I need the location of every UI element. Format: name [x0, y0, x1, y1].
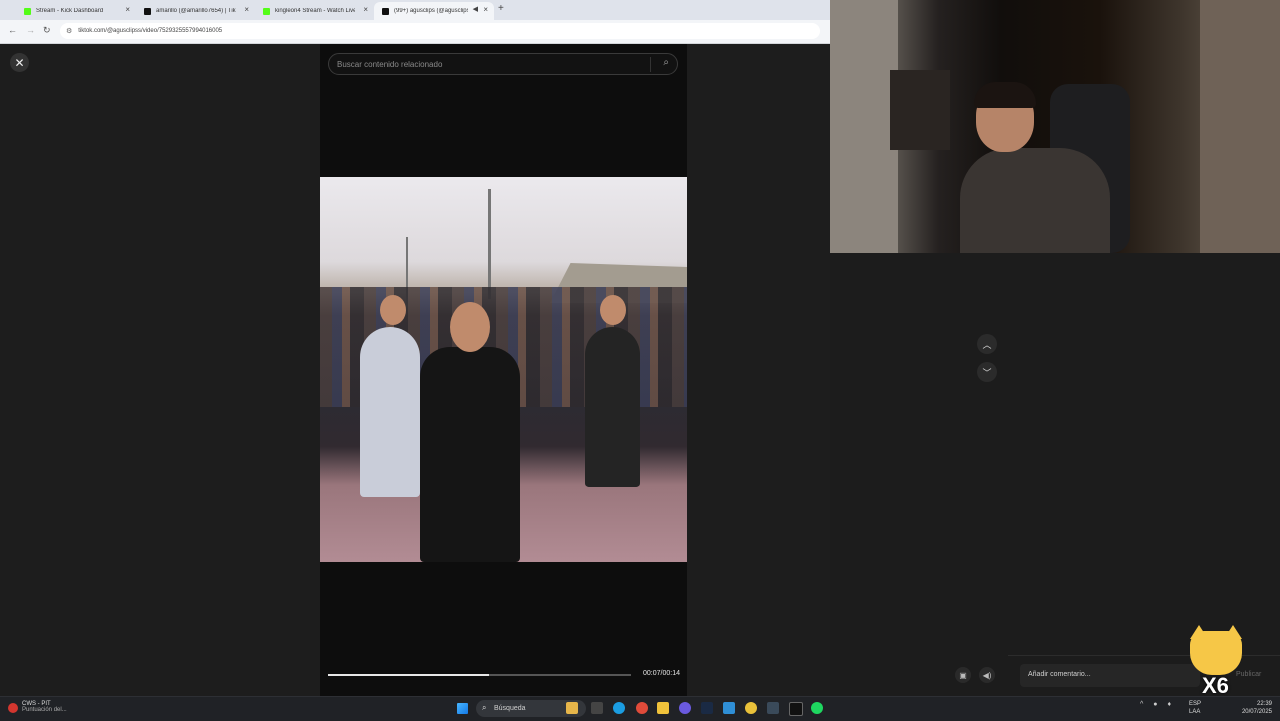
tab-kick-dashboard[interactable]: Stream - Kick Dashboard × [16, 2, 136, 20]
tab-close-icon[interactable]: × [363, 5, 368, 14]
search-placeholder: Buscar contenido relacionado [337, 60, 443, 69]
related-search-input[interactable]: Buscar contenido relacionado ⌕ [328, 53, 678, 75]
edge-icon[interactable] [613, 702, 625, 714]
webcam-shelf [1200, 0, 1280, 253]
tab-close-icon[interactable]: × [244, 5, 249, 14]
webcam-wall [830, 0, 898, 253]
chevron-down-icon[interactable]: ﹀ [977, 362, 997, 382]
spotify-icon[interactable] [811, 702, 823, 714]
clock-date: 20/07/2025 [1241, 709, 1272, 715]
lang-line: LAA [1189, 709, 1201, 715]
pip-icon[interactable]: ▣ [955, 667, 971, 683]
lang-line: ESP [1189, 701, 1202, 707]
tiktok-video-page: ✕ Buscar contenido relacionado ⌕ 00:07/0… [0, 44, 997, 696]
video-progress-fill [328, 674, 489, 676]
video-bystander [360, 327, 420, 497]
forward-arrow-icon[interactable]: → [26, 25, 35, 35]
taskbar-search-label: Búsqueda [494, 705, 526, 712]
system-tray[interactable]: ^ ● ♦ [1140, 701, 1171, 708]
video-performer [420, 347, 520, 562]
address-bar[interactable]: ⚙ tiktok.com/@agusclipss/video/752932555… [60, 23, 820, 39]
tab-close-icon[interactable]: × [483, 5, 488, 14]
site-info-icon[interactable]: ⚙ [66, 27, 72, 35]
windows-start-icon[interactable] [457, 703, 468, 714]
back-arrow-icon[interactable]: ← [8, 25, 17, 35]
discord-icon[interactable] [679, 702, 691, 714]
webcam-streamer-body [960, 148, 1110, 253]
tab-label: (99+) agusclips (@agusclips [394, 8, 468, 14]
video-frame[interactable] [320, 177, 687, 562]
windows-taskbar: CWS - PIT Puntuación del... ⌕ Búsqueda ^… [0, 696, 1280, 721]
language-indicator[interactable]: ESP LAA [1189, 700, 1201, 716]
url-text: tiktok.com/@agusclipss/video/75293255579… [78, 28, 223, 34]
tab-label: amarillo (@amarillo7654) | TikTok [156, 8, 236, 14]
close-icon[interactable]: ✕ [10, 53, 29, 72]
app-icon[interactable] [723, 702, 735, 714]
chrome-icon[interactable] [745, 702, 757, 714]
weather-text: CWS - PIT Puntuación del... [22, 701, 67, 713]
widget-subtitle: Puntuación del... [22, 707, 67, 713]
speaker-icon[interactable]: ◀ [473, 5, 478, 13]
microphone-icon[interactable]: ♦ [1167, 701, 1171, 708]
video-progress-bar[interactable] [328, 674, 631, 676]
search-icon: ⌕ [482, 703, 487, 712]
kick-icon [263, 7, 270, 15]
steam-icon[interactable] [701, 702, 713, 714]
terminal-icon[interactable] [789, 702, 803, 716]
tiktok-icon [382, 7, 389, 15]
weather-image-icon[interactable] [566, 702, 578, 714]
tiktok-icon [144, 7, 151, 15]
tab-label: kingleon4 Stream - Watch Live [275, 8, 355, 14]
video-bystander [585, 327, 640, 487]
kick-icon [24, 7, 31, 15]
address-toolbar: ← → ↻ ⚙ tiktok.com/@agusclipss/video/752… [0, 20, 830, 44]
sports-score-icon [8, 703, 18, 713]
taskbar-clock[interactable]: 22:39 20/07/2025 [1238, 700, 1272, 716]
search-icon[interactable]: ⌕ [663, 57, 669, 68]
video-bystander-head [380, 295, 406, 325]
comment-placeholder: Añadir comentario... [1028, 671, 1091, 678]
clock-time: 22:39 [1256, 701, 1272, 707]
video-timecode: 00:07/00:14 [643, 670, 680, 677]
video-player: Buscar contenido relacionado ⌕ 00:07/00:… [320, 44, 687, 696]
file-explorer-icon[interactable] [657, 702, 669, 714]
app-icon[interactable] [636, 702, 648, 714]
search-divider [650, 57, 651, 72]
comment-input[interactable]: Añadir comentario... [1020, 664, 1200, 687]
webcam-cabinet [890, 70, 950, 150]
cat-multiplier-badge: X6 [1188, 625, 1244, 698]
tab-agusclips-tiktok[interactable]: (99+) agusclips (@agusclips ◀ × [374, 2, 494, 20]
chevron-up-icon[interactable]: ︿ [977, 334, 997, 354]
webcam-overlay [830, 0, 1280, 253]
video-performer-head [450, 302, 490, 352]
reload-icon[interactable]: ↻ [43, 25, 51, 36]
volume-icon[interactable]: ◀) [979, 667, 995, 683]
tab-label: Stream - Kick Dashboard [36, 8, 104, 14]
video-controls: ▣ ◀) [955, 667, 995, 683]
app-icon[interactable] [767, 702, 779, 714]
new-tab-button[interactable]: + [498, 3, 504, 14]
tab-kingleon-stream[interactable]: kingleon4 Stream - Watch Live × [255, 2, 374, 20]
task-view-icon[interactable] [591, 702, 603, 714]
video-bystander-head [600, 295, 626, 325]
cat-face-icon [1190, 631, 1242, 675]
browser-tab-bar: Stream - Kick Dashboard × amarillo (@ama… [0, 0, 830, 20]
tab-amarillo-tiktok[interactable]: amarillo (@amarillo7654) | TikTok × [136, 2, 255, 20]
video-pole [488, 189, 491, 299]
chevron-up-icon[interactable]: ^ [1140, 701, 1143, 708]
tab-close-icon[interactable]: × [125, 5, 130, 14]
weather-widget[interactable]: CWS - PIT Puntuación del... [8, 701, 67, 713]
network-icon[interactable]: ● [1153, 701, 1157, 708]
webcam-streamer-hair [974, 82, 1036, 108]
